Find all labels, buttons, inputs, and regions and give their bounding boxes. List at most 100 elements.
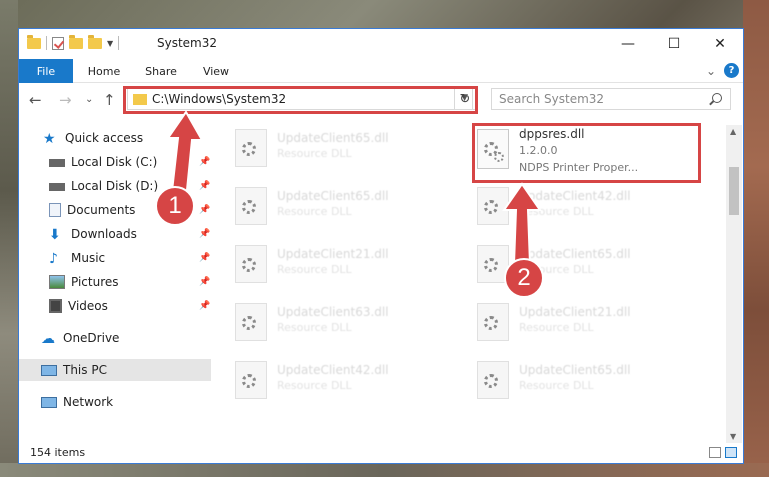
help-icon[interactable]: ? — [724, 63, 739, 78]
gear-icon — [242, 374, 256, 388]
sidebar-item-label: Music — [71, 251, 106, 265]
sidebar-item-label: This PC — [63, 363, 107, 377]
file-name: UpdateClient63.dll — [277, 305, 389, 319]
file-name: UpdateClient65.dll — [519, 247, 631, 261]
scroll-up-icon[interactable]: ▲ — [730, 127, 736, 136]
music-note-icon: ♪ — [49, 251, 58, 267]
dll-file-icon — [477, 361, 509, 399]
file-name: UpdateClient65.dll — [519, 363, 631, 377]
file-name: UpdateClient65.dll — [277, 189, 389, 203]
customize-toolbar-dropdown-icon[interactable]: ▼ — [107, 39, 113, 48]
sidebar-item-music[interactable]: ♪ Music 📌 — [19, 247, 211, 269]
ribbon: File Home Share View ⌄ ? — [19, 59, 743, 83]
file-type: Resource DLL — [277, 321, 352, 334]
dll-file-icon — [235, 361, 267, 399]
star-icon: ★ — [43, 131, 56, 147]
refresh-button[interactable]: ↻ — [454, 88, 476, 110]
file-item[interactable]: UpdateClient42.dll Resource DLL — [223, 357, 455, 405]
sidebar-item-onedrive[interactable]: ☁ OneDrive — [19, 327, 211, 349]
computer-icon — [41, 364, 57, 376]
step-badge-2: 2 — [504, 258, 544, 298]
toolbar-divider — [118, 36, 120, 50]
drive-icon — [49, 159, 65, 167]
file-item[interactable]: UpdateClient21.dll Resource DLL — [465, 299, 697, 347]
file-item[interactable]: UpdateClient65.dll Resource DLL — [465, 357, 697, 405]
tab-view[interactable]: View — [193, 59, 239, 83]
sidebar-item-downloads[interactable]: ⬇ Downloads 📌 — [19, 223, 211, 245]
vertical-scrollbar[interactable]: ▲ ▼ — [726, 125, 742, 443]
file-type: Resource DLL — [519, 205, 594, 218]
navigation-bar: ← → ⌄ ↑ C:\Windows\System32 ▼ ↻ Search S… — [19, 85, 743, 115]
sidebar-item-label: OneDrive — [63, 331, 120, 345]
folder-icon[interactable] — [27, 34, 41, 49]
file-item[interactable]: UpdateClient21.dll Resource DLL — [223, 241, 455, 289]
sidebar-item-label: Network — [63, 395, 114, 409]
file-item-dppsres[interactable]: dppsres.dll 1.2.0.0 NDPS Printer Proper.… — [465, 125, 697, 181]
drive-icon — [49, 183, 65, 191]
up-button[interactable]: ↑ — [103, 91, 116, 109]
file-type: Resource DLL — [277, 147, 352, 160]
sidebar-item-quick-access[interactable]: ★ Quick access — [19, 127, 211, 149]
gear-icon — [484, 200, 498, 214]
file-type: Resource DLL — [519, 379, 594, 392]
file-name: UpdateClient42.dll — [519, 189, 631, 203]
sidebar-item-label: Documents — [67, 203, 136, 217]
pin-icon: 📌 — [199, 157, 211, 167]
details-view-icon[interactable] — [709, 447, 721, 458]
file-name: dppsres.dll — [519, 127, 585, 141]
file-item[interactable]: UpdateClient42.dll Resource DLL — [465, 183, 697, 231]
toolbar-divider — [46, 36, 47, 50]
tab-file[interactable]: File — [19, 59, 73, 83]
pin-icon: 📌 — [199, 253, 211, 263]
back-button[interactable]: ← — [29, 91, 42, 109]
tab-share[interactable]: Share — [135, 59, 187, 83]
dll-file-icon — [235, 129, 267, 167]
documents-icon — [49, 203, 61, 217]
sidebar-item-network[interactable]: Network — [19, 391, 211, 413]
file-item[interactable]: UpdateClient65.dll Resource DLL — [223, 125, 455, 173]
pin-icon: 📌 — [199, 181, 211, 191]
status-bar: 154 items — [19, 443, 743, 463]
rename-icon[interactable] — [88, 34, 102, 49]
tiles-view-icon[interactable] — [725, 447, 737, 458]
forward-button[interactable]: → — [59, 91, 72, 109]
sidebar-item-local-disk-c[interactable]: Local Disk (C:) 📌 — [19, 151, 211, 173]
new-folder-icon[interactable] — [69, 34, 83, 49]
film-icon — [49, 299, 62, 313]
file-type: Resource DLL — [277, 205, 352, 218]
maximize-button[interactable]: ☐ — [651, 29, 697, 59]
address-path[interactable]: C:\Windows\System32 — [152, 92, 286, 106]
sidebar-item-videos[interactable]: Videos 📌 — [19, 295, 211, 317]
search-input[interactable]: Search System32 — [491, 88, 731, 110]
minimize-button[interactable]: — — [605, 29, 651, 59]
gear-icon — [494, 152, 504, 162]
file-item[interactable]: UpdateClient65.dll Resource DLL — [223, 183, 455, 231]
file-name: UpdateClient21.dll — [277, 247, 389, 261]
search-icon[interactable] — [712, 93, 722, 103]
address-bar[interactable]: C:\Windows\System32 ▼ — [127, 88, 473, 110]
sidebar-item-label: Local Disk (D:) — [71, 179, 159, 193]
sidebar-item-this-pc[interactable]: This PC — [19, 359, 211, 381]
cloud-icon: ☁ — [41, 331, 55, 347]
pin-icon: 📌 — [199, 277, 211, 287]
sidebar-item-label: Pictures — [71, 275, 119, 289]
scroll-thumb[interactable] — [729, 167, 739, 215]
gear-icon — [242, 316, 256, 330]
dll-file-icon — [477, 303, 509, 341]
gear-icon — [484, 374, 498, 388]
properties-icon[interactable] — [52, 36, 64, 50]
close-button[interactable]: ✕ — [697, 29, 743, 59]
file-name: UpdateClient65.dll — [277, 131, 389, 145]
step-badge-1: 1 — [155, 186, 195, 226]
sidebar-item-pictures[interactable]: Pictures 📌 — [19, 271, 211, 293]
file-item[interactable]: UpdateClient65.dll Resource DLL — [465, 241, 697, 289]
scroll-down-icon[interactable]: ▼ — [730, 432, 736, 441]
sidebar-item-label: Downloads — [71, 227, 137, 241]
recent-locations-button[interactable]: ⌄ — [85, 94, 93, 105]
search-placeholder: Search System32 — [499, 92, 605, 106]
expand-ribbon-icon[interactable]: ⌄ — [706, 64, 716, 78]
file-item[interactable]: UpdateClient63.dll Resource DLL — [223, 299, 455, 347]
tab-home[interactable]: Home — [79, 59, 129, 83]
file-type: Resource DLL — [277, 263, 352, 276]
desktop-background-right — [743, 0, 769, 477]
